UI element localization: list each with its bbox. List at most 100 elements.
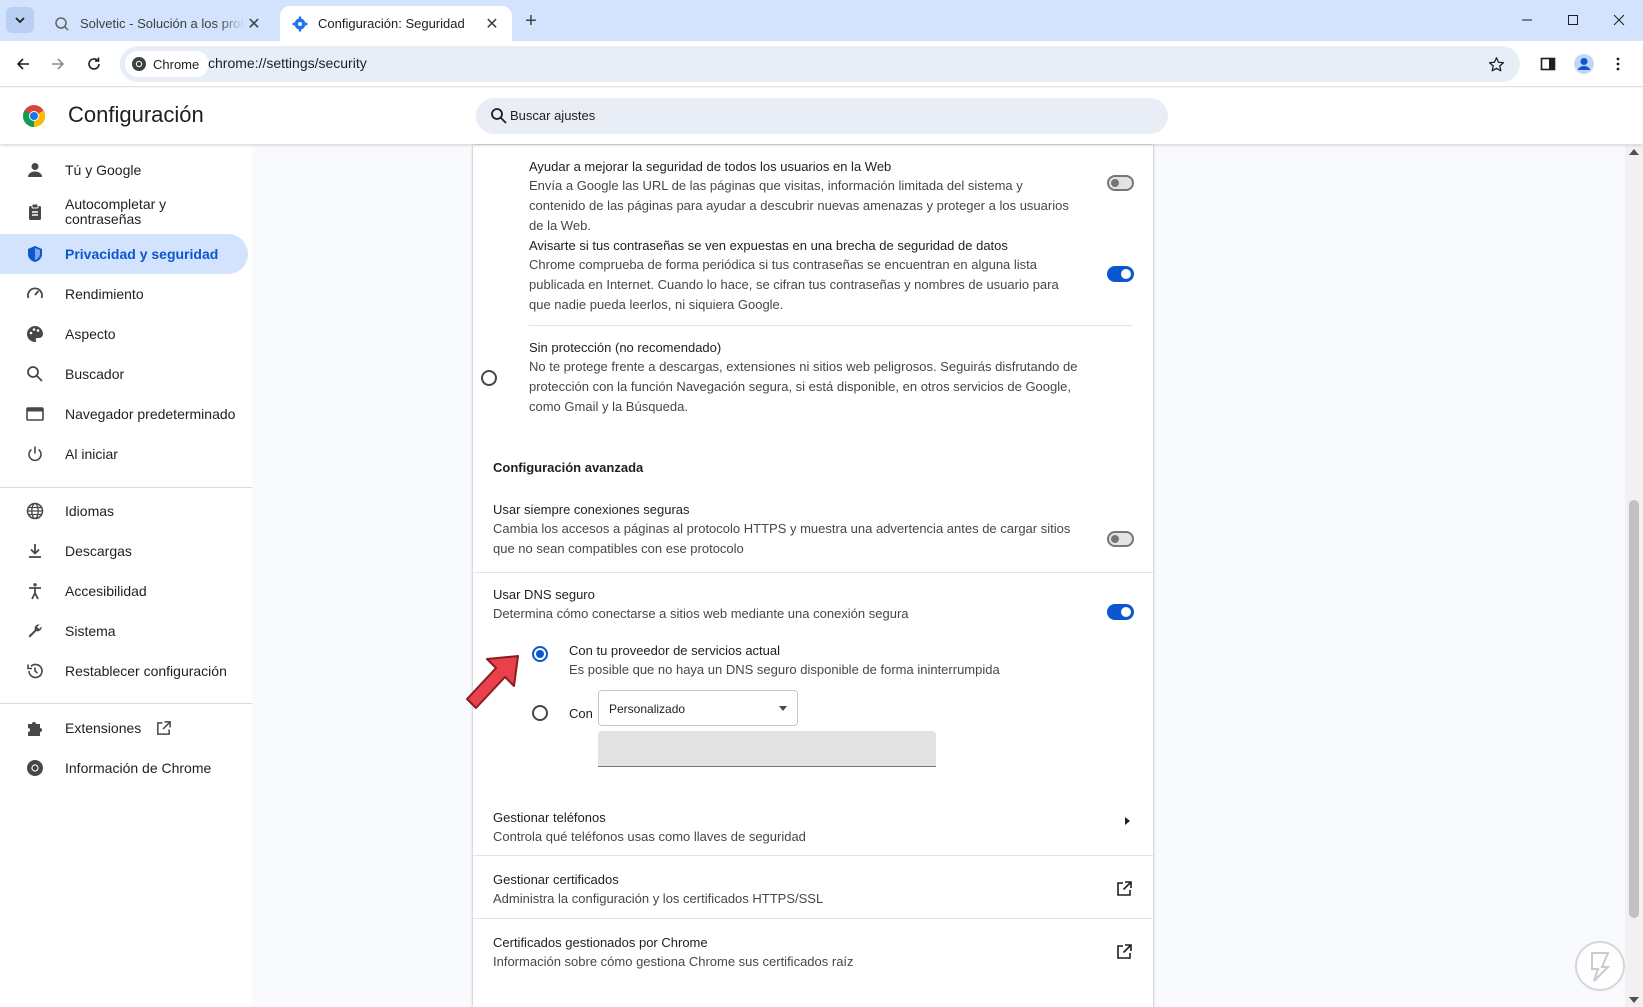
password-leak-title: Avisarte si tus contraseñas se ven expue… [529, 238, 1008, 253]
dropdown-caret-icon [779, 706, 787, 711]
browser-icon [25, 404, 45, 424]
sidebar-item-search-engine[interactable]: Buscador [0, 354, 248, 394]
tab-solvetic[interactable]: Solvetic - Solución a los problemas ✕ [42, 6, 274, 41]
separator [473, 572, 1153, 573]
tab-title: Solvetic - Solución a los problemas [80, 16, 244, 31]
new-tab-button[interactable]: + [520, 10, 542, 32]
side-panel-icon [1540, 57, 1556, 71]
chrome-icon [25, 758, 45, 778]
open-in-new-icon[interactable] [1115, 943, 1133, 961]
close-tab-icon[interactable]: ✕ [244, 14, 264, 34]
sidebar-item-extensions[interactable]: Extensiones [0, 708, 248, 748]
secure-dns-toggle[interactable] [1107, 604, 1134, 620]
secure-dns-title: Usar DNS seguro [493, 587, 595, 602]
sidebar-item-label: Descargas [65, 543, 132, 559]
scrollbar-thumb[interactable] [1629, 500, 1639, 918]
sidebar-item-system[interactable]: Sistema [0, 611, 248, 651]
tab-settings-security[interactable]: Configuración: Seguridad ✕ [280, 6, 512, 41]
security-settings-card: Ayudar a mejorar la seguridad de todos l… [473, 145, 1153, 1007]
shield-icon [25, 244, 45, 264]
sidebar-item-privacy[interactable]: Privacidad y seguridad [0, 234, 248, 274]
sidebar-item-performance[interactable]: Rendimiento [0, 274, 248, 314]
open-in-new-icon[interactable] [1115, 880, 1133, 898]
reload-button[interactable] [80, 50, 108, 78]
gear-icon [292, 16, 308, 31]
sidebar-item-languages[interactable]: Idiomas [0, 491, 248, 531]
password-leak-description: Chrome comprueba de forma periódica si t… [529, 257, 1059, 312]
minimize-icon[interactable] [1514, 8, 1540, 32]
manage-certs-title[interactable]: Gestionar certificados [493, 872, 619, 887]
dns-custom-input[interactable] [598, 731, 936, 767]
arrow-right-icon [52, 58, 65, 70]
menu-button[interactable] [1604, 50, 1632, 78]
https-always-toggle[interactable] [1107, 531, 1134, 547]
https-always-title: Usar siempre conexiones seguras [493, 502, 690, 517]
sidebar-item-label: Al iniciar [65, 446, 118, 462]
sidebar: Tú y Google Autocompletar y contraseñas … [0, 145, 252, 1007]
tab-title: Configuración: Seguridad [318, 16, 465, 31]
dns-custom-label: Con [569, 706, 593, 721]
forward-button[interactable] [44, 50, 72, 78]
https-always-description: Cambia los accesos a páginas al protocol… [493, 521, 1071, 556]
sidebar-item-on-startup[interactable]: Al iniciar [0, 434, 248, 474]
back-button[interactable] [9, 50, 37, 78]
maximize-icon[interactable] [1560, 8, 1586, 32]
browser-toolbar: Chrome chrome://settings/security [0, 41, 1643, 87]
sidebar-item-you-and-google[interactable]: Tú y Google [0, 150, 248, 190]
sidebar-item-autofill[interactable]: Autocompletar y contraseñas [0, 192, 248, 232]
globe-icon [25, 501, 45, 521]
side-panel-button[interactable] [1534, 50, 1562, 78]
tab-search-button[interactable] [6, 7, 34, 33]
dns-provider-value: Personalizado [609, 702, 686, 716]
dns-current-provider-radio[interactable] [532, 646, 548, 662]
sidebar-item-label: Extensiones [65, 720, 142, 736]
sidebar-item-about-chrome[interactable]: Información de Chrome [0, 748, 248, 788]
close-window-icon[interactable] [1606, 8, 1632, 32]
chrome-certs-title[interactable]: Certificados gestionados por Chrome [493, 935, 708, 950]
no-protection-radio[interactable] [481, 370, 497, 386]
sidebar-item-accessibility[interactable]: Accesibilidad [0, 571, 248, 611]
sidebar-item-label: Sistema [65, 623, 116, 639]
url-text[interactable]: chrome://settings/security [208, 55, 367, 71]
search-placeholder: Buscar ajustes [510, 108, 596, 123]
sidebar-item-label: Tú y Google [65, 162, 142, 178]
settings-header: Configuración Buscar ajustes [0, 88, 1643, 144]
address-bar[interactable]: Chrome chrome://settings/security [120, 46, 1520, 82]
page-title: Configuración [68, 102, 204, 127]
dns-provider-select[interactable]: Personalizado [598, 690, 798, 726]
password-leak-toggle[interactable] [1107, 266, 1134, 282]
no-protection-title: Sin protección (no recomendado) [529, 340, 722, 355]
history-icon [25, 661, 45, 681]
sidebar-item-appearance[interactable]: Aspecto [0, 314, 248, 354]
no-protection-description: No te protege frente a descargas, extens… [529, 359, 1078, 414]
separator [473, 855, 1153, 856]
dns-custom-radio[interactable] [532, 705, 548, 721]
palette-icon [25, 324, 45, 344]
bookmark-star-icon[interactable] [1484, 52, 1508, 76]
manage-phones-title[interactable]: Gestionar teléfonos [493, 810, 606, 825]
open-in-new-icon [157, 720, 172, 735]
sidebar-item-reset[interactable]: Restablecer configuración [0, 651, 248, 691]
profile-button[interactable] [1570, 50, 1598, 78]
settings-search-input[interactable]: Buscar ajustes [476, 98, 1168, 134]
sidebar-item-downloads[interactable]: Descargas [0, 531, 248, 571]
avatar-icon [1574, 54, 1594, 74]
scroll-up-arrow-icon[interactable] [1629, 149, 1639, 155]
help-improve-toggle[interactable] [1107, 175, 1134, 191]
download-icon [25, 541, 45, 561]
sidebar-item-label: Aspecto [65, 326, 116, 342]
sidebar-item-label: Idiomas [65, 503, 115, 519]
manage-certs-description: Administra la configuración y los certif… [493, 891, 824, 906]
sidebar-item-label: Información de Chrome [65, 760, 212, 776]
puzzle-icon [25, 718, 45, 738]
chevron-right-icon[interactable] [1125, 817, 1130, 825]
site-info-chip[interactable]: Chrome [125, 51, 210, 77]
sidebar-item-label: Buscador [65, 366, 125, 382]
sidebar-item-default-browser[interactable]: Navegador predeterminado [0, 394, 248, 434]
page-scrollbar[interactable] [1625, 145, 1643, 1007]
advanced-heading: Configuración avanzada [493, 460, 644, 475]
clipboard-icon [25, 202, 45, 222]
scroll-down-arrow-icon[interactable] [1629, 997, 1639, 1003]
close-tab-icon[interactable]: ✕ [482, 14, 502, 34]
power-icon [25, 444, 45, 464]
